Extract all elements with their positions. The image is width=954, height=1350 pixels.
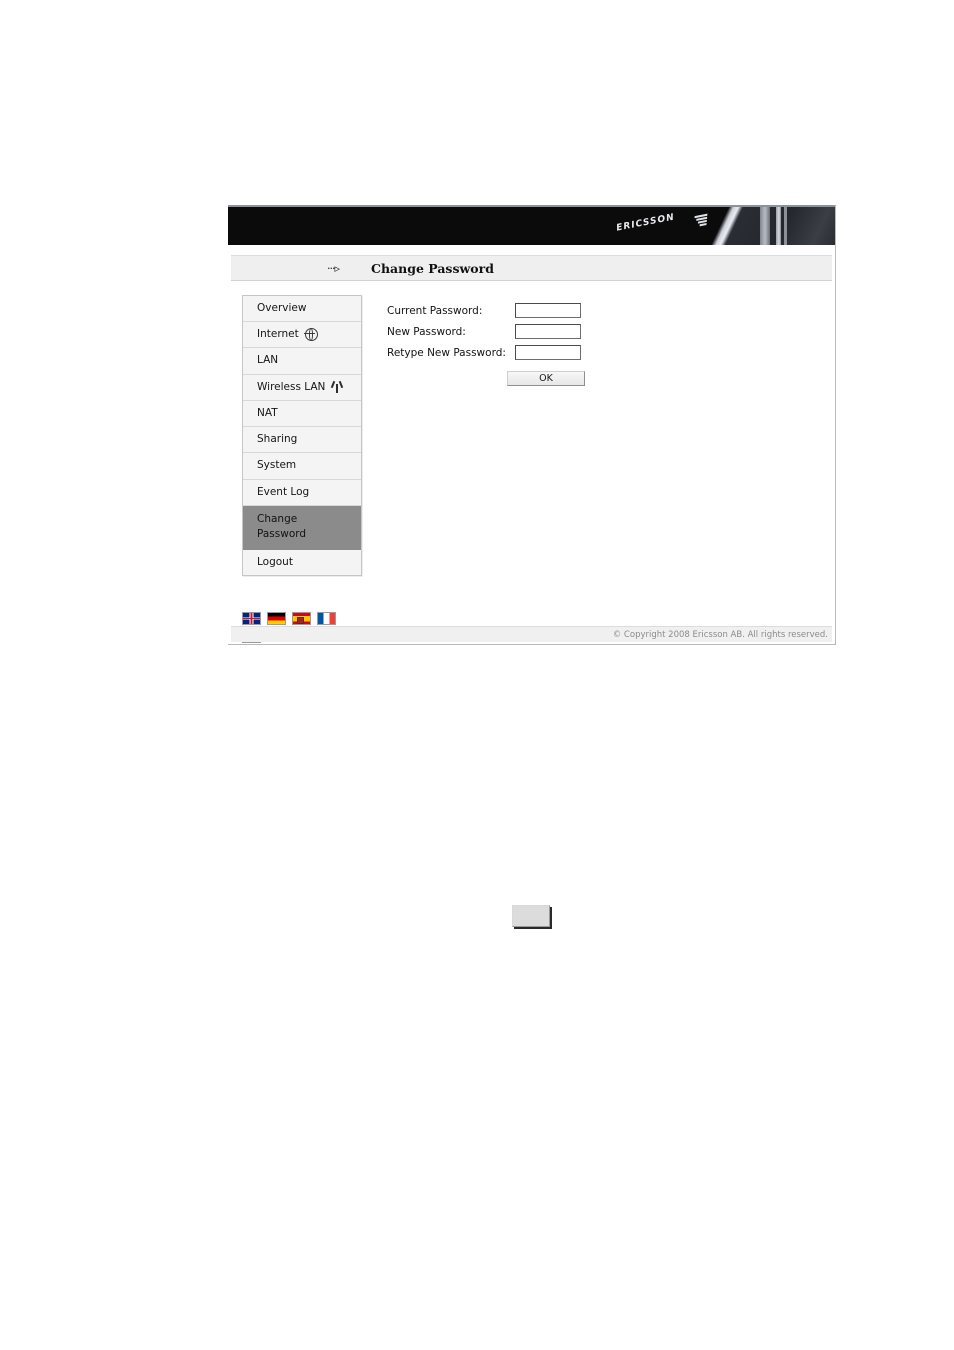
form-row-retype-new-password: Retype New Password: <box>387 345 585 360</box>
sidebar-item-label: Logout <box>257 556 293 569</box>
sidebar-item-label: System <box>257 459 297 472</box>
form-row-current-password: Current Password: <box>387 303 585 318</box>
sidebar-item-label-line2: Password <box>257 527 307 540</box>
sidebar-item-label: Sharing <box>257 433 298 446</box>
page-footer: © Copyright 2008 Ericsson AB. All rights… <box>231 626 832 642</box>
form-actions: OK <box>507 366 585 386</box>
sidebar-item-wireless-lan[interactable]: Wireless LAN <box>243 374 361 401</box>
router-ui-screenshot: ERICSSON ···▹ Change Password Overview I… <box>228 205 836 645</box>
english-flag[interactable] <box>242 612 261 626</box>
sidebar-item-event-log[interactable]: Event Log <box>243 479 361 506</box>
sidebar-item-overview[interactable]: Overview <box>243 296 361 323</box>
standalone-button[interactable] <box>512 905 550 927</box>
french-flag[interactable] <box>317 612 336 626</box>
current-password-input[interactable] <box>515 303 581 318</box>
sidebar-item-lan[interactable]: LAN <box>243 348 361 375</box>
globe-icon <box>304 327 318 342</box>
sidebar-item-label: Event Log <box>257 485 310 498</box>
change-password-form: Current Password: New Password: Retype N… <box>387 303 585 643</box>
sidebar-item-nat[interactable]: NAT <box>243 400 361 428</box>
sidebar-item-label-line1: Change <box>257 512 298 525</box>
sidebar-item-logout[interactable]: Logout <box>243 550 361 576</box>
copyright-text: © Copyright 2008 Ericsson AB. All rights… <box>612 629 828 640</box>
spanish-flag-emblem <box>297 617 304 625</box>
antenna-icon <box>331 381 344 394</box>
sidebar-menu: Overview Internet LAN Wireless LAN NAT S… <box>242 295 362 577</box>
banner-stripe-b <box>776 207 781 245</box>
spanish-flag[interactable] <box>292 612 311 626</box>
retype-new-password-input[interactable] <box>515 345 581 360</box>
banner-stripe-c <box>784 207 787 245</box>
ericsson-banner: ERICSSON <box>228 205 835 245</box>
form-row-new-password: New Password: <box>387 324 585 339</box>
sidebar-item-label: Internet <box>257 328 299 341</box>
page-titlebar: ···▹ Change Password <box>231 255 832 281</box>
sidebar-item-change-password[interactable]: Change Password <box>243 505 361 551</box>
new-password-label: New Password: <box>387 325 466 338</box>
ui-body: Overview Internet LAN Wireless LAN NAT S… <box>228 281 835 644</box>
current-password-label: Current Password: <box>387 304 483 317</box>
retype-new-password-label: Retype New Password: <box>387 346 506 359</box>
sidebar-item-internet[interactable]: Internet <box>243 322 361 349</box>
page-title: Change Password <box>371 260 494 276</box>
sidebar-item-sharing[interactable]: Sharing <box>243 427 361 454</box>
sidebar-item-label: Overview <box>257 302 307 314</box>
sidebar: Overview Internet LAN Wireless LAN NAT S… <box>242 295 362 644</box>
sidebar-item-label: LAN <box>257 354 279 367</box>
sidebar-item-system[interactable]: System <box>243 453 361 480</box>
ok-button[interactable]: OK <box>507 371 585 386</box>
new-password-input[interactable] <box>515 324 581 339</box>
german-flag[interactable] <box>267 612 286 626</box>
dotted-arrow-icon: ···▹ <box>327 261 340 275</box>
sidebar-item-label: NAT <box>257 406 278 419</box>
banner-stripe-a <box>760 207 770 245</box>
banner-gap <box>228 245 835 255</box>
sidebar-item-label: Wireless LAN <box>257 380 326 393</box>
